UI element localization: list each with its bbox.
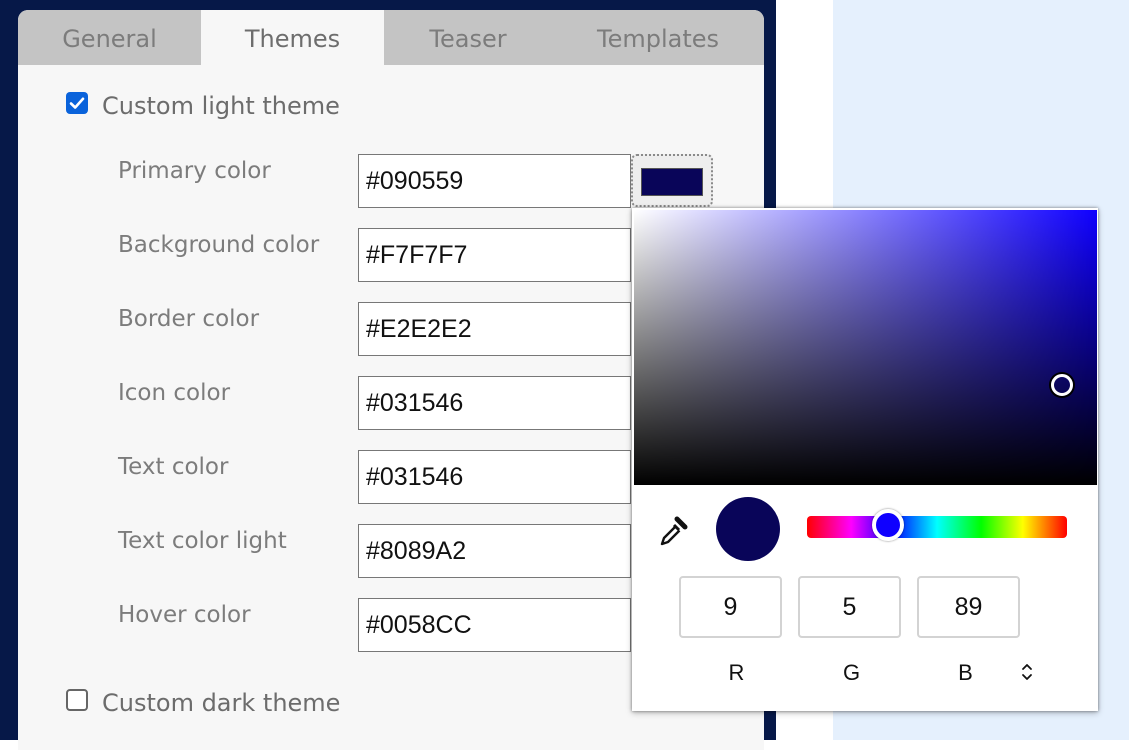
primary-color-swatch-button[interactable] [631, 154, 713, 207]
icon-color-label: Icon color [118, 380, 231, 406]
saturation-handle[interactable] [1051, 374, 1073, 396]
mode-toggle-icon[interactable] [1019, 661, 1035, 683]
tab-general[interactable]: General [18, 10, 201, 65]
text-color-input[interactable] [358, 450, 631, 504]
custom-light-theme-label: Custom light theme [102, 92, 340, 120]
hover-color-input[interactable] [358, 598, 631, 652]
primary-color-label: Primary color [118, 158, 271, 184]
hover-color-label: Hover color [118, 602, 251, 628]
primary-color-swatch [641, 168, 703, 196]
blue-input[interactable] [917, 576, 1020, 638]
custom-dark-theme-label: Custom dark theme [102, 689, 341, 717]
hue-slider[interactable] [807, 516, 1067, 538]
icon-color-input[interactable] [358, 376, 631, 430]
current-color-preview [716, 497, 780, 561]
border-color-input[interactable] [358, 302, 631, 356]
hue-slider-handle[interactable] [872, 509, 904, 541]
checkmark-icon [69, 97, 85, 109]
red-input[interactable] [679, 576, 782, 638]
background-color-input[interactable] [358, 228, 631, 282]
custom-light-theme-checkbox[interactable] [66, 92, 88, 114]
text-color-light-label: Text color light [118, 528, 287, 554]
green-input[interactable] [798, 576, 901, 638]
blue-label: B [958, 660, 973, 685]
text-color-light-input[interactable] [358, 524, 631, 578]
tab-templates[interactable]: Templates [552, 10, 764, 65]
background-color-label: Background color [118, 232, 320, 258]
custom-dark-theme-checkbox[interactable] [66, 689, 88, 711]
border-color-label: Border color [118, 306, 260, 332]
tab-teaser[interactable]: Teaser [384, 10, 552, 65]
text-color-label: Text color [118, 454, 229, 480]
tab-themes[interactable]: Themes [201, 10, 384, 65]
primary-color-input[interactable] [358, 154, 631, 208]
tab-bar: General Themes Teaser Templates [18, 10, 764, 65]
saturation-value-area[interactable] [634, 210, 1097, 485]
eyedropper-icon[interactable] [656, 514, 690, 548]
green-label: G [842, 660, 861, 685]
red-label: R [728, 660, 745, 685]
color-picker-popup: R G B [632, 208, 1098, 711]
